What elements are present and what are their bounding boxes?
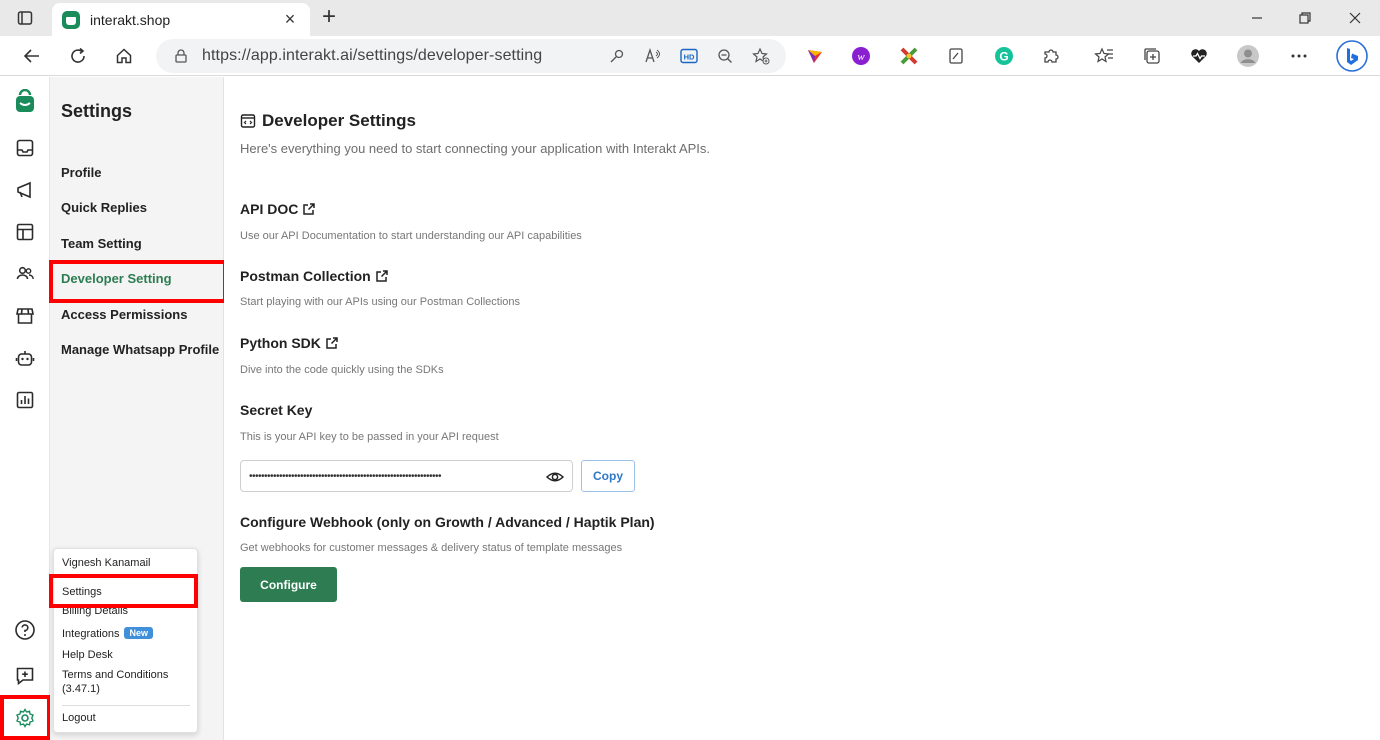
app-version: (3.47.1)	[62, 683, 100, 695]
colorful-extension-icon[interactable]	[803, 44, 827, 68]
configure-button[interactable]: Configure	[240, 567, 337, 602]
page-subtitle: Here's everything you need to start conn…	[240, 141, 711, 156]
browser-essentials-icon[interactable]	[1187, 44, 1211, 68]
store-icon[interactable]	[13, 304, 37, 328]
app-left-rail	[0, 77, 50, 740]
external-link-icon[interactable]	[302, 202, 316, 216]
new-badge: New	[124, 627, 153, 639]
more-options-icon[interactable]	[1287, 44, 1311, 68]
postman-collection-title[interactable]: Postman Collection	[240, 268, 371, 284]
account-menu-integrations[interactable]: Integrations New	[62, 627, 153, 640]
analytics-icon[interactable]	[13, 388, 37, 412]
browser-tab[interactable]: interakt.shop ×	[52, 3, 310, 36]
configure-webhook-desc: Get webhooks for customer messages & del…	[240, 542, 623, 554]
svg-text:w: w	[857, 51, 865, 63]
minimize-button[interactable]	[1242, 4, 1272, 32]
api-doc-title[interactable]: API DOC	[240, 201, 298, 217]
home-icon[interactable]	[110, 42, 138, 70]
browser-tab-bar: interakt.shop × +	[0, 0, 1380, 36]
address-bar[interactable]: https://app.interakt.ai/settings/develop…	[156, 39, 786, 73]
menu-item-team-setting[interactable]: Team Setting	[61, 236, 142, 251]
page-title: Developer Settings	[240, 111, 416, 131]
secret-key-input[interactable]: ••••••••••••••••••••••••••••••••••••••••…	[240, 460, 573, 492]
restore-button[interactable]	[1290, 4, 1320, 32]
new-tab-button[interactable]: +	[316, 5, 342, 31]
bot-icon[interactable]	[13, 346, 37, 370]
python-sdk-desc: Dive into the code quickly using the SDK…	[240, 364, 444, 376]
url-text[interactable]: https://app.interakt.ai/settings/develop…	[202, 47, 542, 65]
svg-text:HD: HD	[684, 53, 695, 62]
favorites-icon[interactable]	[1092, 44, 1116, 68]
settings-title: Settings	[61, 101, 133, 121]
key-icon[interactable]	[606, 45, 628, 67]
close-window-button[interactable]	[1340, 4, 1370, 32]
inbox-icon[interactable]	[13, 136, 37, 160]
python-sdk-link[interactable]: Python SDK	[240, 335, 339, 351]
eye-icon[interactable]	[546, 468, 564, 486]
popup-divider	[62, 705, 190, 706]
zoom-icon[interactable]	[714, 45, 736, 67]
close-tab-icon[interactable]: ×	[280, 9, 300, 30]
campaigns-megaphone-icon[interactable]	[13, 178, 37, 202]
main-content: Developer Settings Here's everything you…	[224, 77, 1380, 740]
postman-collection-link[interactable]: Postman Collection	[240, 268, 389, 284]
settings-gear-highlight	[0, 695, 51, 740]
collections-icon[interactable]	[1140, 44, 1164, 68]
read-aloud-icon[interactable]	[642, 45, 664, 67]
code-window-icon	[240, 114, 256, 128]
external-link-icon[interactable]	[325, 336, 339, 350]
account-menu-terms[interactable]: Terms and Conditions	[62, 669, 168, 681]
tab-actions-icon[interactable]	[10, 4, 40, 32]
refresh-icon[interactable]	[64, 42, 92, 70]
browser-toolbar: https://app.interakt.ai/settings/develop…	[0, 36, 1380, 76]
back-arrow-icon[interactable]	[18, 42, 46, 70]
postman-collection-desc: Start playing with our APIs using our Po…	[240, 296, 521, 308]
help-icon[interactable]	[13, 618, 37, 642]
settings-menu-highlight	[49, 574, 198, 608]
add-favorite-icon[interactable]	[750, 45, 772, 67]
page-title-text: Developer Settings	[262, 111, 416, 130]
secret-key-title: Secret Key	[240, 402, 313, 418]
copy-button[interactable]: Copy	[581, 460, 635, 492]
api-doc-link[interactable]: API DOC	[240, 201, 316, 217]
purple-w-extension-icon[interactable]: w	[849, 44, 873, 68]
python-sdk-title[interactable]: Python SDK	[240, 335, 321, 351]
menu-item-quick-replies[interactable]: Quick Replies	[61, 200, 147, 215]
integrations-label[interactable]: Integrations	[62, 628, 119, 640]
svg-text:G: G	[999, 50, 1008, 64]
secret-key-desc: This is your API key to be passed in you…	[240, 431, 499, 443]
extensions-puzzle-icon[interactable]	[1039, 44, 1063, 68]
cross-extension-icon[interactable]	[897, 44, 921, 68]
developer-setting-highlight	[49, 260, 227, 303]
menu-item-profile[interactable]: Profile	[61, 165, 101, 180]
lock-icon[interactable]	[174, 49, 188, 63]
interakt-logo-icon[interactable]	[13, 89, 37, 113]
hd-icon[interactable]: HD	[678, 45, 700, 67]
account-user-name[interactable]: Vignesh Kanamail	[62, 557, 150, 569]
account-menu-help-desk[interactable]: Help Desk	[62, 649, 113, 661]
grammarly-icon[interactable]: G	[992, 44, 1016, 68]
edit-document-extension-icon[interactable]	[944, 44, 968, 68]
bing-copilot-icon[interactable]	[1336, 40, 1368, 72]
profile-avatar-icon[interactable]	[1236, 44, 1260, 68]
secret-key-value[interactable]: ••••••••••••••••••••••••••••••••••••••••…	[249, 471, 442, 482]
feedback-icon[interactable]	[13, 664, 37, 688]
tab-title: interakt.shop	[90, 11, 171, 28]
menu-item-manage-whatsapp-profile[interactable]: Manage Whatsapp Profile	[61, 342, 219, 357]
menu-item-access-permissions[interactable]: Access Permissions	[61, 307, 187, 322]
contacts-users-icon[interactable]	[13, 262, 37, 286]
interakt-logo-icon	[62, 10, 80, 29]
templates-icon[interactable]	[13, 220, 37, 244]
api-doc-desc: Use our API Documentation to start under…	[240, 230, 582, 242]
external-link-icon[interactable]	[375, 269, 389, 283]
configure-webhook-title: Configure Webhook (only on Growth / Adva…	[240, 514, 655, 530]
account-menu-logout[interactable]: Logout	[62, 712, 96, 724]
